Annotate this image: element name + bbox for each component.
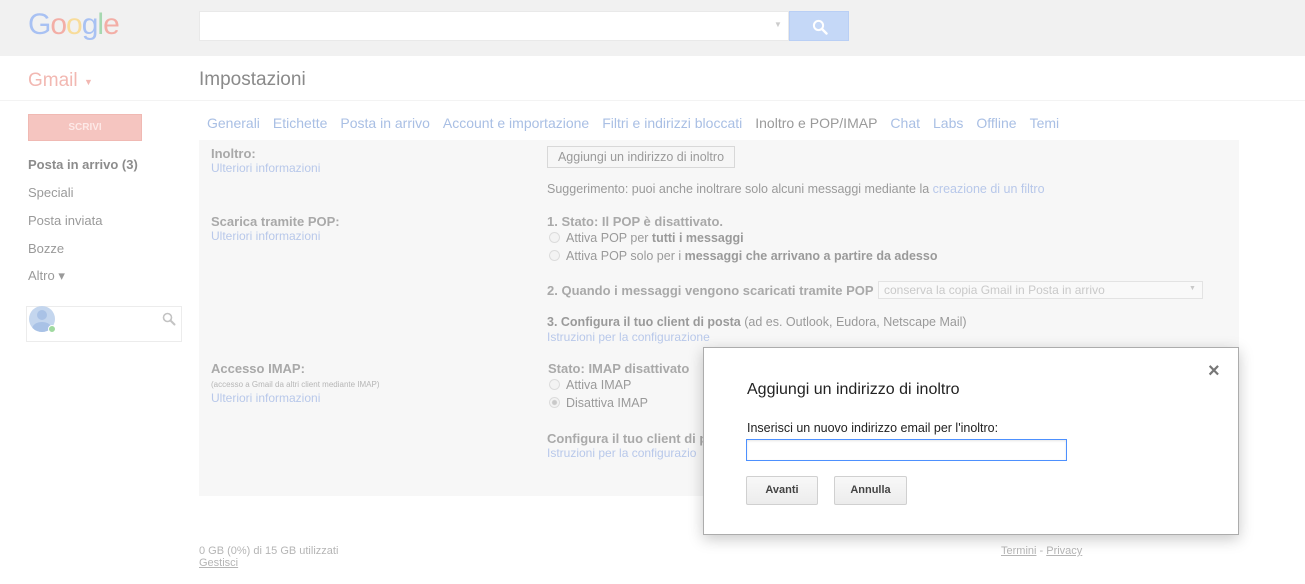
pop-option-all-bold: tutti i messaggi: [651, 231, 744, 245]
search-input[interactable]: [199, 11, 789, 41]
forwarding-tip-text: Suggerimento: puoi anche inoltrare solo …: [547, 182, 933, 196]
dialog-title: Aggiungi un indirizzo di inoltro: [747, 381, 960, 398]
pop-step3-text: (ad es. Outlook, Eudora, Netscape Mail): [740, 315, 967, 329]
pop-option-all[interactable]: Attiva POP per tutti i messaggi: [549, 231, 744, 245]
tab-accounts[interactable]: Account e importazione: [443, 115, 589, 131]
tab-labs[interactable]: Labs: [933, 115, 963, 131]
tab-offline[interactable]: Offline: [976, 115, 1016, 131]
add-forwarding-dialog: Aggiungi un indirizzo di inoltro × Inser…: [703, 347, 1239, 535]
pop-step3: 3. Configura il tuo client di posta (ad …: [547, 315, 967, 329]
create-filter-link[interactable]: creazione di un filtro: [933, 182, 1045, 196]
imap-sublabel: (accesso a Gmail da altri client mediant…: [211, 380, 380, 389]
search-icon: [812, 19, 828, 35]
radio-pop-new[interactable]: [549, 250, 560, 261]
pop-option-new[interactable]: Attiva POP solo per i messaggi che arriv…: [549, 249, 937, 263]
imap-configure-label: Configura il tuo client di p: [547, 431, 708, 446]
tab-labels[interactable]: Etichette: [273, 115, 327, 131]
footer-separator: -: [1036, 545, 1047, 557]
pop-option-new-text: Attiva POP solo per i: [566, 249, 685, 263]
pop-status: 1. Stato: Il POP è disattivato.: [547, 214, 724, 229]
pop-action-select[interactable]: conserva la copia Gmail in Posta in arri…: [878, 281, 1203, 299]
add-forwarding-address-button[interactable]: Aggiungi un indirizzo di inoltro: [547, 146, 735, 168]
logo-letter: o: [50, 8, 67, 41]
forwarding-tip: Suggerimento: puoi anche inoltrare solo …: [547, 182, 1045, 196]
privacy-link[interactable]: Privacy: [1046, 545, 1082, 557]
cancel-button[interactable]: Annulla: [834, 476, 907, 505]
imap-label: Accesso IMAP:: [211, 361, 305, 376]
imap-option-enable-text: Attiva IMAP: [566, 378, 632, 392]
search-dropdown-icon[interactable]: ▼: [774, 20, 782, 29]
close-icon[interactable]: ×: [1208, 361, 1220, 381]
page-title: Impostazioni: [199, 69, 306, 90]
radio-pop-all[interactable]: [549, 232, 560, 243]
tab-general[interactable]: Generali: [207, 115, 260, 131]
pop-step2-label: 2. Quando i messaggi vengono scaricati t…: [547, 283, 874, 298]
imap-option-disable[interactable]: Disattiva IMAP: [549, 396, 648, 410]
imap-instructions-link[interactable]: Istruzioni per la configurazio: [547, 446, 696, 460]
footer-links: Termini - Privacy: [1001, 545, 1082, 557]
manage-storage-link[interactable]: Gestisci: [199, 557, 238, 569]
sidebar-item-inbox[interactable]: Posta in arrivo (3): [28, 157, 138, 172]
sidebar-item-starred[interactable]: Speciali: [28, 185, 74, 200]
tab-themes[interactable]: Temi: [1030, 115, 1060, 131]
radio-imap-enable[interactable]: [549, 379, 560, 390]
pop-instructions-link[interactable]: Istruzioni per la configurazione: [547, 330, 710, 344]
search-icon[interactable]: [162, 312, 176, 329]
chevron-down-icon[interactable]: ▼: [84, 77, 93, 87]
next-button[interactable]: Avanti: [746, 476, 818, 505]
logo-letter: g: [81, 8, 99, 41]
imap-learn-more-link[interactable]: Ulteriori informazioni: [211, 391, 320, 405]
imap-status: Stato: IMAP disattivato: [548, 361, 690, 376]
tab-filters[interactable]: Filtri e indirizzi bloccati: [602, 115, 742, 131]
terms-link[interactable]: Termini: [1001, 545, 1036, 557]
presence-status-icon: [48, 325, 56, 333]
tab-inbox[interactable]: Posta in arrivo: [340, 115, 429, 131]
pop-option-all-text: Attiva POP per: [566, 231, 652, 245]
sidebar-item-more[interactable]: Altro ▾: [28, 268, 65, 284]
tab-chat[interactable]: Chat: [890, 115, 920, 131]
header-divider: [0, 100, 1305, 101]
sidebar-item-drafts[interactable]: Bozze: [28, 241, 64, 256]
sidebar-item-sent[interactable]: Posta inviata: [28, 213, 102, 228]
storage-usage: 0 GB (0%) di 15 GB utilizzati: [199, 545, 339, 557]
pop-learn-more-link[interactable]: Ulteriori informazioni: [211, 229, 320, 243]
radio-imap-disable[interactable]: [549, 397, 560, 408]
logo-letter: o: [66, 8, 83, 41]
compose-button[interactable]: SCRIVI: [28, 114, 142, 141]
pop-step3-bold: 3. Configura il tuo client di posta: [547, 315, 741, 329]
logo-letter: e: [103, 8, 120, 41]
forwarding-label: Inoltro:: [211, 146, 256, 161]
gmail-brand-menu[interactable]: Gmail: [28, 70, 78, 92]
imap-option-disable-text: Disattiva IMAP: [566, 396, 648, 410]
imap-option-enable[interactable]: Attiva IMAP: [549, 378, 631, 392]
forwarding-learn-more-link[interactable]: Ulteriori informazioni: [211, 161, 320, 175]
chevron-down-icon[interactable]: ▼: [1189, 285, 1196, 292]
forwarding-email-input[interactable]: [746, 439, 1067, 461]
forwarding-email-label: Inserisci un nuovo indirizzo email per l…: [747, 421, 999, 435]
pop-label: Scarica tramite POP:: [211, 214, 340, 229]
google-logo[interactable]: Google: [28, 8, 120, 42]
search-button[interactable]: [789, 11, 849, 41]
settings-tabs: Generali Etichette Posta in arrivo Account …: [207, 115, 1072, 131]
tab-forwarding-pop-imap[interactable]: Inoltro e POP/IMAP: [755, 115, 877, 131]
pop-option-new-bold: messaggi che arrivano a partire da adess…: [684, 249, 938, 263]
logo-letter: G: [28, 8, 51, 41]
